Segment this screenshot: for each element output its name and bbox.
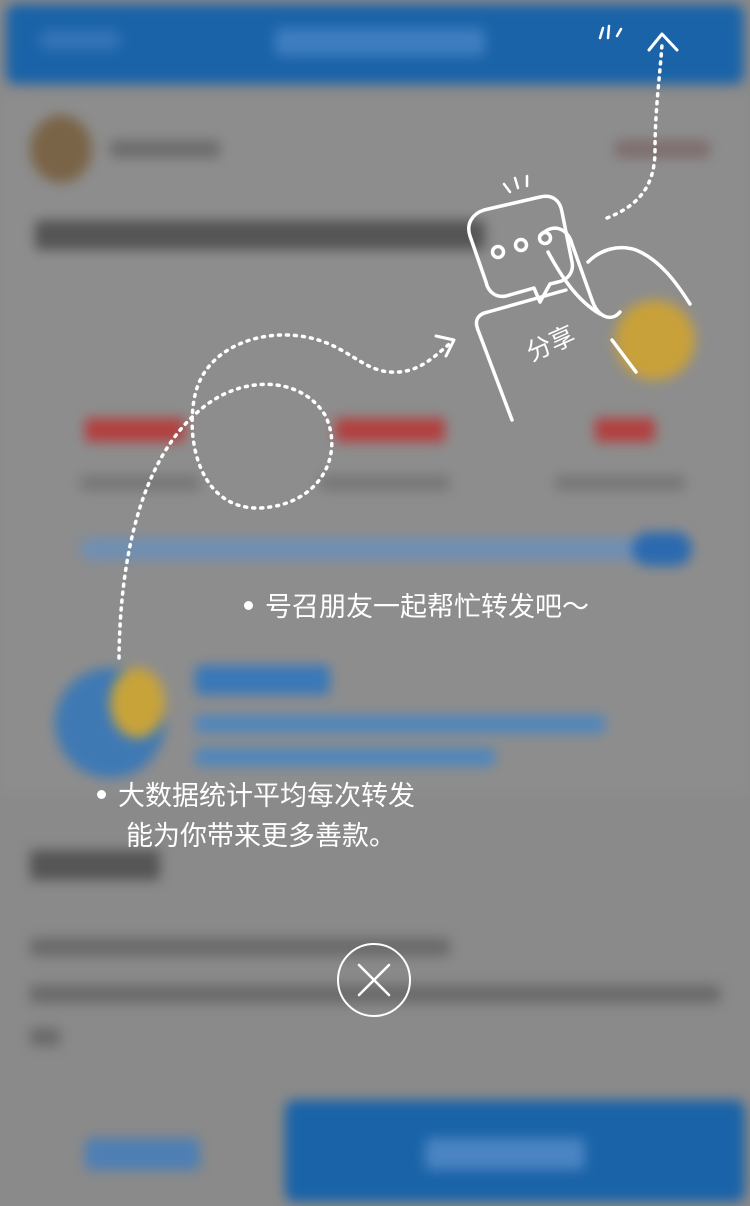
arrow-to-menu	[605, 42, 664, 220]
close-button[interactable]	[337, 943, 411, 1017]
hand-tap-share-icon	[467, 174, 692, 422]
tip-donation-stats: 大数据统计平均每次转发 能为你带来更多善款。	[97, 779, 415, 855]
tip-share-text: 号召朋友一起帮忙转发吧～	[265, 592, 589, 623]
tip-share-with-friends: 号召朋友一起帮忙转发吧～	[244, 590, 589, 626]
close-icon	[357, 963, 391, 997]
bullet-dot	[97, 790, 106, 799]
tip-stats-line1: 大数据统计平均每次转发	[118, 781, 415, 812]
tip-stats-line2: 能为你带来更多善款。	[126, 821, 396, 852]
tap-marks-top	[598, 24, 623, 40]
arrow-head-right	[434, 334, 456, 358]
bullet-dot	[244, 601, 253, 610]
